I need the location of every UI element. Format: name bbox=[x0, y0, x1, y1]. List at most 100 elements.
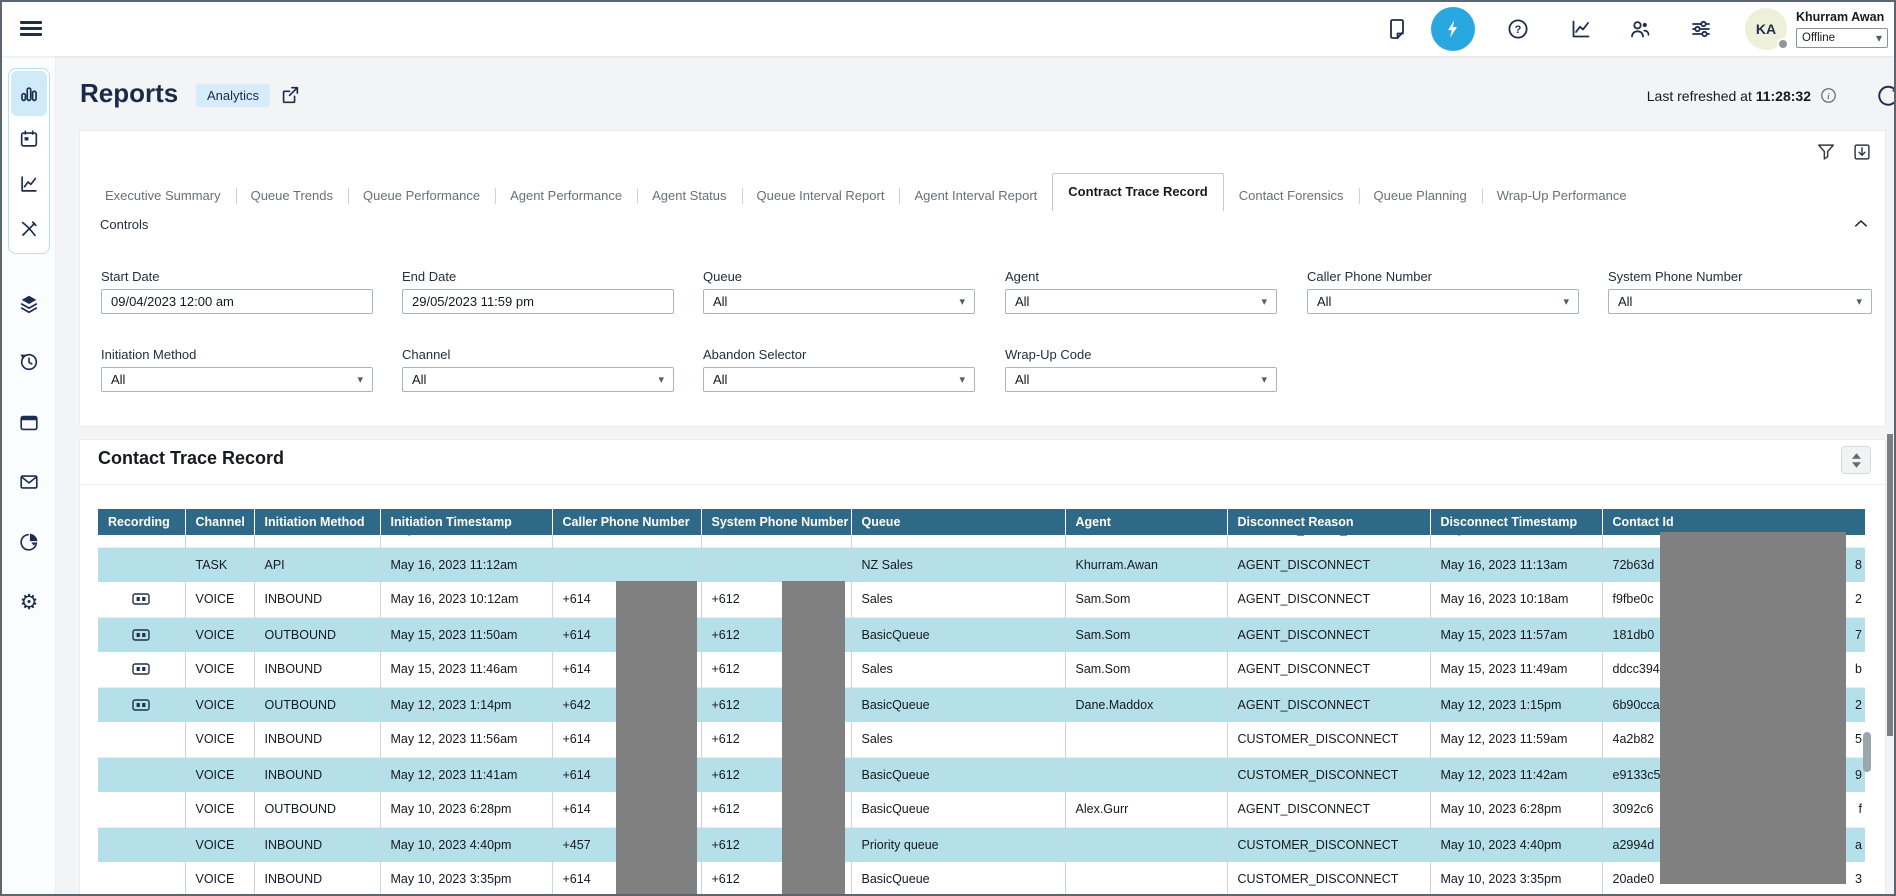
filter-select-channel[interactable]: All▾ bbox=[402, 367, 674, 392]
cell-agent bbox=[1065, 757, 1227, 792]
filter-value: All bbox=[1015, 294, 1029, 309]
cell-initiation-method: INBOUND bbox=[254, 862, 380, 896]
sidebar-item-layers[interactable] bbox=[18, 293, 40, 315]
table-row[interactable]: VOICE OUTBOUND May 12, 2023 1:14pm +642 … bbox=[98, 687, 1865, 722]
sidebar-item-history[interactable] bbox=[18, 351, 40, 373]
sidebar-item-schedule[interactable] bbox=[11, 116, 47, 161]
status-select-value: Offline bbox=[1802, 32, 1835, 44]
refresh-icon[interactable] bbox=[1874, 84, 1896, 110]
filter-select-wrap-up-code[interactable]: All▾ bbox=[1005, 367, 1277, 392]
sidebar-item-reporting[interactable] bbox=[18, 531, 40, 553]
filter-value: 09/04/2023 12:00 am bbox=[111, 294, 234, 309]
cell-disconnect-reason: CUSTOMER_DISCONNECT bbox=[1227, 862, 1430, 896]
cell-disconnect-timestamp: May 15, 2023 11:57am bbox=[1430, 617, 1602, 652]
filter-label: Abandon Selector bbox=[703, 347, 975, 362]
cell-recording bbox=[98, 582, 185, 617]
cell-disconnect-reason: CUSTOMER_DISCONNECT bbox=[1227, 722, 1430, 757]
cell-queue: BasicQueue bbox=[851, 862, 1065, 896]
cell-initiation-timestamp: May 10, 2023 3:35pm bbox=[380, 862, 552, 896]
last-refreshed-label: Last refreshed at bbox=[1647, 88, 1752, 104]
filter-wrap-up-code: Wrap-Up CodeAll▾ bbox=[1005, 347, 1277, 392]
filter-value: All bbox=[1317, 294, 1331, 309]
sidebar-item-workspace[interactable] bbox=[18, 412, 40, 434]
filter-select-queue[interactable]: All▾ bbox=[703, 289, 975, 314]
filter-select-abandon-selector[interactable]: All▾ bbox=[703, 367, 975, 392]
ctr-table-viewport[interactable]: TASK DISCONNECT May 16, 2023 11:13am CON… bbox=[98, 535, 1865, 896]
filter-select-initiation-method[interactable]: All▾ bbox=[101, 367, 373, 392]
sidebar-item-design[interactable] bbox=[11, 206, 47, 251]
sidebar-item-mail[interactable] bbox=[18, 471, 40, 493]
table-row[interactable]: VOICE OUTBOUND May 10, 2023 6:28pm +614 … bbox=[98, 792, 1865, 827]
cell-initiation-timestamp: May 15, 2023 11:50am bbox=[380, 617, 552, 652]
settings-sliders-icon[interactable] bbox=[1689, 17, 1713, 41]
history-icon bbox=[18, 351, 40, 373]
cell-disconnect-timestamp: May 16, 2023 11:13am bbox=[1430, 547, 1602, 582]
chevron-down-icon: ▾ bbox=[1876, 32, 1882, 44]
calendar-icon bbox=[18, 128, 40, 150]
cell-disconnect-timestamp: May 10, 2023 3:35pm bbox=[1430, 862, 1602, 896]
cell-caller-phone bbox=[552, 535, 701, 547]
hamburger-menu-icon[interactable] bbox=[20, 18, 42, 40]
sidebar-item-metrics[interactable] bbox=[11, 161, 47, 206]
filter-input-end-date[interactable]: 29/05/2023 11:59 pm bbox=[402, 289, 674, 314]
cell-queue: BasicQueue bbox=[851, 687, 1065, 722]
table-row[interactable]: VOICE INBOUND May 10, 2023 3:35pm +614 +… bbox=[98, 862, 1865, 896]
page-scrollbar-thumb[interactable] bbox=[1887, 434, 1893, 736]
page-title: Reports bbox=[80, 78, 178, 109]
filter-label: System Phone Number bbox=[1608, 269, 1872, 284]
table-row[interactable]: TASK DISCONNECT May 16, 2023 11:13am CON… bbox=[98, 535, 1865, 547]
col-initiation-timestamp: Initiation Timestamp bbox=[380, 509, 552, 535]
cell-channel: VOICE bbox=[185, 827, 254, 862]
sidebar-item-reports[interactable] bbox=[11, 71, 47, 116]
table-row[interactable]: VOICE INBOUND May 12, 2023 11:56am +614 … bbox=[98, 722, 1865, 757]
notes-icon[interactable] bbox=[1385, 17, 1409, 41]
chevron-down-icon: ▾ bbox=[1563, 295, 1569, 308]
cell-agent: Sam.Som bbox=[1065, 582, 1227, 617]
table-row[interactable]: VOICE OUTBOUND May 15, 2023 11:50am +614… bbox=[98, 617, 1865, 652]
cell-initiation-method: INBOUND bbox=[254, 827, 380, 862]
table-scrollbar-thumb[interactable] bbox=[1863, 732, 1871, 772]
chevron-down-icon: ▾ bbox=[959, 373, 965, 386]
metrics-icon[interactable] bbox=[1569, 17, 1593, 41]
cell-system-phone bbox=[701, 535, 851, 547]
bar-chart-icon bbox=[18, 83, 40, 105]
user-name: Khurram Awan bbox=[1796, 10, 1892, 24]
cell-recording bbox=[98, 547, 185, 582]
filter-end-date: End Date29/05/2023 11:59 pm bbox=[402, 269, 674, 314]
info-icon[interactable]: i bbox=[1819, 86, 1838, 105]
cell-disconnect-timestamp: May 16, 2023 10:18am bbox=[1430, 582, 1602, 617]
cell-agent: Khurram.Awan bbox=[1065, 547, 1227, 582]
sidebar-item-settings[interactable]: ⚙ bbox=[18, 592, 40, 614]
cell-initiation-timestamp: May 16, 2023 11:13am bbox=[380, 535, 552, 547]
table-row[interactable]: VOICE INBOUND May 12, 2023 11:41am +614 … bbox=[98, 757, 1865, 792]
table-row[interactable]: TASK API May 16, 2023 11:12am NZ Sales K… bbox=[98, 547, 1865, 582]
cell-recording bbox=[98, 792, 185, 827]
cell-disconnect-reason: AGENT_DISCONNECT bbox=[1227, 582, 1430, 617]
users-icon[interactable] bbox=[1628, 17, 1652, 41]
filter-input-start-date[interactable]: 09/04/2023 12:00 am bbox=[101, 289, 373, 314]
cell-disconnect-reason: AGENT_DISCONNECT bbox=[1227, 792, 1430, 827]
filter-select-agent[interactable]: All▾ bbox=[1005, 289, 1277, 314]
table-row[interactable]: VOICE INBOUND May 16, 2023 10:12am +614 … bbox=[98, 582, 1865, 617]
topbar: ? KA Khurram Awan Offline ▾ bbox=[2, 2, 1894, 56]
filter-label: Queue bbox=[703, 269, 975, 284]
table-row[interactable]: VOICE INBOUND May 15, 2023 11:46am +614 … bbox=[98, 652, 1865, 687]
external-link-icon[interactable] bbox=[279, 84, 301, 106]
table-scroll-spinner[interactable] bbox=[1841, 446, 1871, 474]
filter-select-system-phone-number[interactable]: All▾ bbox=[1608, 289, 1872, 314]
status-dot bbox=[1777, 38, 1789, 50]
cell-channel: TASK bbox=[185, 547, 254, 582]
cell-recording bbox=[98, 827, 185, 862]
table-row[interactable]: VOICE INBOUND May 10, 2023 4:40pm +457 +… bbox=[98, 827, 1865, 862]
avatar[interactable]: KA bbox=[1745, 8, 1787, 50]
design-brush-icon bbox=[18, 218, 40, 240]
filter-select-caller-phone-number[interactable]: All ▾ bbox=[1307, 289, 1579, 314]
status-select[interactable]: Offline ▾ bbox=[1796, 28, 1888, 48]
lightning-icon[interactable] bbox=[1431, 7, 1475, 51]
cell-channel: VOICE bbox=[185, 617, 254, 652]
help-icon[interactable]: ? bbox=[1506, 17, 1530, 41]
filter-label: Caller Phone Number bbox=[1307, 269, 1579, 284]
filter-value: 29/05/2023 11:59 pm bbox=[412, 294, 534, 309]
cell-disconnect-timestamp: May 10, 2023 4:40pm bbox=[1430, 827, 1602, 862]
cell-disconnect-reason: AGENT_DISCONNECT bbox=[1227, 617, 1430, 652]
